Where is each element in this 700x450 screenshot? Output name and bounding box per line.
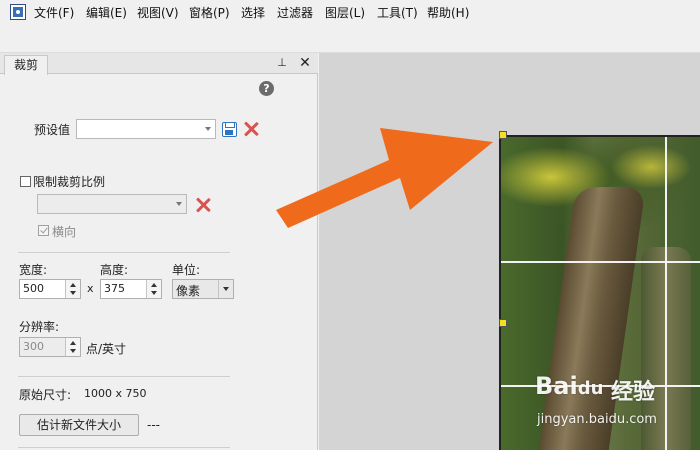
resolution-stepper[interactable]: 300 <box>19 337 81 357</box>
close-icon[interactable]: ✕ <box>298 55 312 71</box>
landscape-label: 横向 <box>52 225 77 239</box>
menu-file[interactable]: 文件(F) <box>34 4 74 21</box>
pin-icon[interactable]: ⊥ <box>276 56 288 70</box>
chevron-down-icon <box>176 202 182 206</box>
panel-tab-strip: 裁剪 ⊥ ✕ <box>0 53 318 75</box>
menu-tools[interactable]: 工具(T) <box>377 4 418 21</box>
watermark-logo: Baidu <box>535 372 603 400</box>
unit-value: 像素 <box>176 284 201 298</box>
resolution-spin-buttons[interactable] <box>65 338 80 356</box>
height-stepper[interactable]: 375 <box>100 279 162 299</box>
constrain-checkbox[interactable] <box>20 176 31 187</box>
width-value: 500 <box>23 282 44 295</box>
crop-grid-line <box>501 261 700 263</box>
menu-view[interactable]: 视图(V) <box>137 4 179 21</box>
crop-panel: 裁剪 ⊥ ✕ ? 预设值 限制裁剪比例 横向 宽度: 高度: 单位: 500 x… <box>0 53 318 450</box>
menu-edit[interactable]: 编辑(E) <box>86 4 127 21</box>
menu-layer[interactable]: 图层(L) <box>325 4 365 21</box>
estimate-result: --- <box>147 418 160 432</box>
ratio-select[interactable] <box>37 194 187 214</box>
save-icon[interactable] <box>222 122 237 137</box>
resolution-label: 分辨率: <box>19 320 60 334</box>
toolbar-area <box>0 24 700 53</box>
app-logo-icon <box>10 4 26 20</box>
menu-filter[interactable]: 过滤器 <box>277 4 313 21</box>
crop-handle-left[interactable] <box>499 319 507 327</box>
estimate-size-button[interactable]: 估计新文件大小 <box>19 414 139 436</box>
times-label: x <box>87 282 94 295</box>
resolution-unit: 点/英寸 <box>86 342 127 356</box>
tab-crop[interactable]: 裁剪 <box>4 55 48 75</box>
help-icon[interactable]: ? <box>259 81 274 96</box>
watermark-cn: 经验 <box>611 380 656 405</box>
delete-preset-icon[interactable] <box>243 121 259 137</box>
width-label: 宽度: <box>19 263 48 277</box>
chevron-down-icon <box>218 280 233 298</box>
menu-select[interactable]: 选择 <box>241 4 265 21</box>
preset-label: 预设值 <box>34 123 71 137</box>
constrain-label: 限制裁剪比例 <box>33 175 106 189</box>
height-label: 高度: <box>100 263 129 277</box>
watermark-logo-text: Bai <box>535 372 578 400</box>
watermark-logo-paw: du <box>577 378 604 399</box>
menu-pane[interactable]: 窗格(P) <box>189 4 230 21</box>
menu-bar: 文件(F) 编辑(E) 视图(V) 窗格(P) 选择 过滤器 图层(L) 工具(… <box>0 0 700 24</box>
arrow-down-icon <box>70 291 76 295</box>
original-size-value: 1000 x 750 <box>84 387 147 400</box>
delete-ratio-icon[interactable] <box>195 197 211 213</box>
arrow-down-icon <box>151 291 157 295</box>
preset-select[interactable] <box>76 119 216 139</box>
height-value: 375 <box>104 282 125 295</box>
arrow-up-icon <box>151 283 157 287</box>
height-spin-buttons[interactable] <box>146 280 161 298</box>
resolution-value: 300 <box>23 340 44 353</box>
chevron-down-icon <box>205 127 211 131</box>
arrow-up-icon <box>70 341 76 345</box>
divider <box>18 376 230 377</box>
divider <box>18 252 230 253</box>
arrow-up-icon <box>70 283 76 287</box>
width-stepper[interactable]: 500 <box>19 279 81 299</box>
width-spin-buttons[interactable] <box>65 280 80 298</box>
original-size-label: 原始尺寸: <box>19 388 72 402</box>
menu-help[interactable]: 帮助(H) <box>427 4 469 21</box>
baidu-watermark: Baidu 经验 jingyan.baidu.com <box>535 372 695 432</box>
watermark-url: jingyan.baidu.com <box>537 412 657 427</box>
crop-handle-top-left[interactable] <box>499 131 507 139</box>
arrow-down-icon <box>70 349 76 353</box>
divider <box>18 447 230 448</box>
unit-label: 单位: <box>172 263 201 277</box>
landscape-checkbox[interactable] <box>38 225 49 236</box>
unit-select[interactable]: 像素 <box>172 279 234 299</box>
